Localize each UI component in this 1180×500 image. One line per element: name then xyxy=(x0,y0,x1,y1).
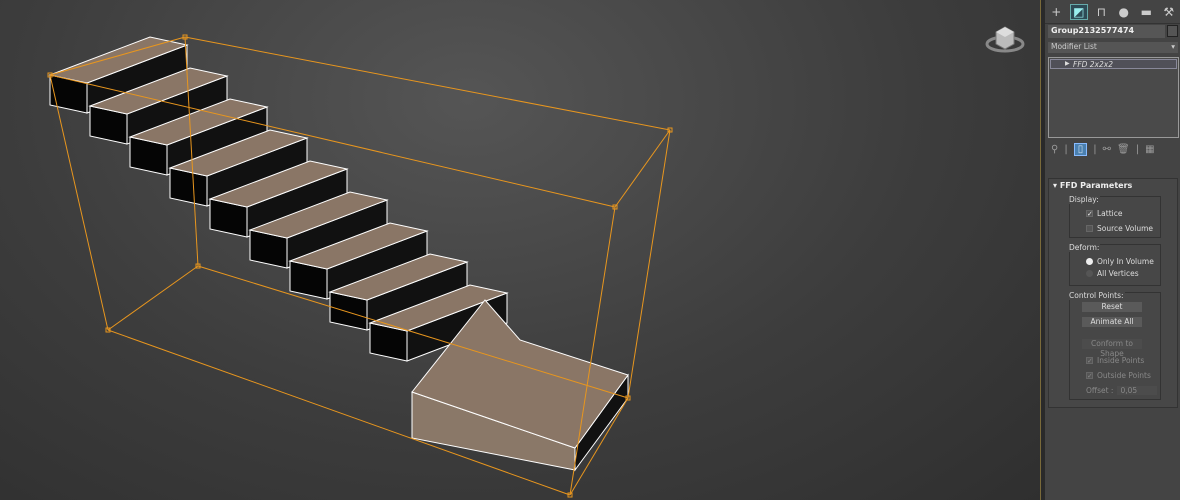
all-vertices-label: All Vertices xyxy=(1097,269,1139,278)
radio-dot xyxy=(1086,270,1093,277)
check-icon: ✓ xyxy=(1086,210,1093,218)
conform-to-shape-button[interactable]: Conform to Shape xyxy=(1082,339,1142,358)
modifier-stack[interactable]: ▶ FFD 2x2x2 xyxy=(1048,57,1179,138)
lattice-checkbox[interactable]: ✓ Lattice xyxy=(1086,209,1122,218)
hierarchy-tab-icon[interactable]: ⊓ xyxy=(1092,5,1110,19)
show-end-result-icon[interactable]: ▯ xyxy=(1073,143,1088,156)
motion-tab-icon[interactable]: ● xyxy=(1115,5,1133,19)
inside-points-checkbox[interactable]: ✓ Inside Points xyxy=(1086,356,1144,365)
offset-value[interactable]: 0,05 xyxy=(1117,386,1158,395)
outside-points-checkbox[interactable]: ✓ Outside Points xyxy=(1086,371,1151,380)
viewcube-icon xyxy=(985,26,1025,53)
object-color-swatch[interactable] xyxy=(1167,25,1178,37)
outside-points-label: Outside Points xyxy=(1097,371,1151,380)
source-volume-label: Source Volume xyxy=(1097,224,1154,233)
control-points-label: Control Points: xyxy=(1068,291,1125,300)
display-tab-icon[interactable]: ▬ xyxy=(1137,5,1155,19)
lattice-label: Lattice xyxy=(1097,209,1123,218)
control-points-group: Control Points: Reset Animate All Confor… xyxy=(1068,291,1161,400)
command-panel-tabs: + ◩ ⊓ ● ▬ ⚒ xyxy=(1045,0,1180,24)
utilities-tab-icon[interactable]: ⚒ xyxy=(1160,5,1178,19)
inside-points-label: Inside Points xyxy=(1097,356,1145,365)
deform-label: Deform: xyxy=(1068,243,1101,252)
reset-button[interactable]: Reset xyxy=(1082,302,1142,312)
expand-triangle-icon[interactable]: ▶ xyxy=(1065,60,1070,67)
stack-toolbar: ⚲ | ▯ | ⚯ 🗑 | ▦ xyxy=(1051,143,1155,156)
command-panel: + ◩ ⊓ ● ▬ ⚒ Group2132577474 Modifier Lis… xyxy=(1045,0,1180,500)
lattice-edge xyxy=(569,206,616,496)
create-tab-icon[interactable]: + xyxy=(1047,5,1065,19)
lattice-edge xyxy=(614,129,671,208)
display-label: Display: xyxy=(1068,195,1100,204)
lattice-edge xyxy=(627,129,671,399)
offset-label: Offset : xyxy=(1086,386,1114,395)
deform-group: Deform: Only In Volume All Vertices xyxy=(1068,243,1161,286)
only-in-volume-radio[interactable]: Only In Volume xyxy=(1086,257,1154,266)
stack-item-label: FFD 2x2x2 xyxy=(1073,60,1113,69)
offset-spinner[interactable]: Offset :0,05 xyxy=(1086,386,1158,395)
configure-modifier-sets-icon[interactable]: ▦ xyxy=(1145,144,1154,155)
modifier-list-dropdown[interactable]: Modifier List ▾ xyxy=(1048,42,1178,53)
check-icon: ✓ xyxy=(1086,372,1093,380)
remove-modifier-icon[interactable]: 🗑 xyxy=(1117,144,1130,155)
scene xyxy=(47,26,1025,498)
modifier-list-label: Modifier List xyxy=(1051,42,1097,51)
make-unique-icon[interactable]: ⚯ xyxy=(1103,144,1111,155)
animate-all-button[interactable]: Animate All xyxy=(1082,317,1142,327)
all-vertices-radio[interactable]: All Vertices xyxy=(1086,269,1139,278)
collapse-icon: ▾ xyxy=(1053,181,1060,190)
pin-stack-icon[interactable]: ⚲ xyxy=(1051,144,1058,155)
staircase-model xyxy=(48,36,629,472)
display-group: Display: ✓ Lattice Source Volume xyxy=(1068,195,1161,238)
object-name-field[interactable]: Group2132577474 xyxy=(1048,25,1165,38)
rollout-title: FFD Parameters xyxy=(1059,181,1133,190)
source-volume-checkbox[interactable]: Source Volume xyxy=(1086,224,1153,233)
lattice-edge xyxy=(107,265,199,331)
stack-item-ffd[interactable]: ▶ FFD 2x2x2 xyxy=(1050,59,1177,69)
radio-dot xyxy=(1086,258,1093,265)
checkbox-box xyxy=(1086,225,1093,232)
check-icon: ✓ xyxy=(1086,357,1093,365)
only-in-volume-label: Only In Volume xyxy=(1097,257,1154,266)
ffd-parameters-rollout: ▾ FFD Parameters Display: ✓ Lattice Sourc… xyxy=(1048,178,1178,408)
viewport[interactable] xyxy=(0,0,1040,500)
modify-tab-icon[interactable]: ◩ xyxy=(1069,3,1088,20)
rollout-header[interactable]: ▾ FFD Parameters xyxy=(1049,179,1177,192)
chevron-down-icon: ▾ xyxy=(1171,42,1175,51)
